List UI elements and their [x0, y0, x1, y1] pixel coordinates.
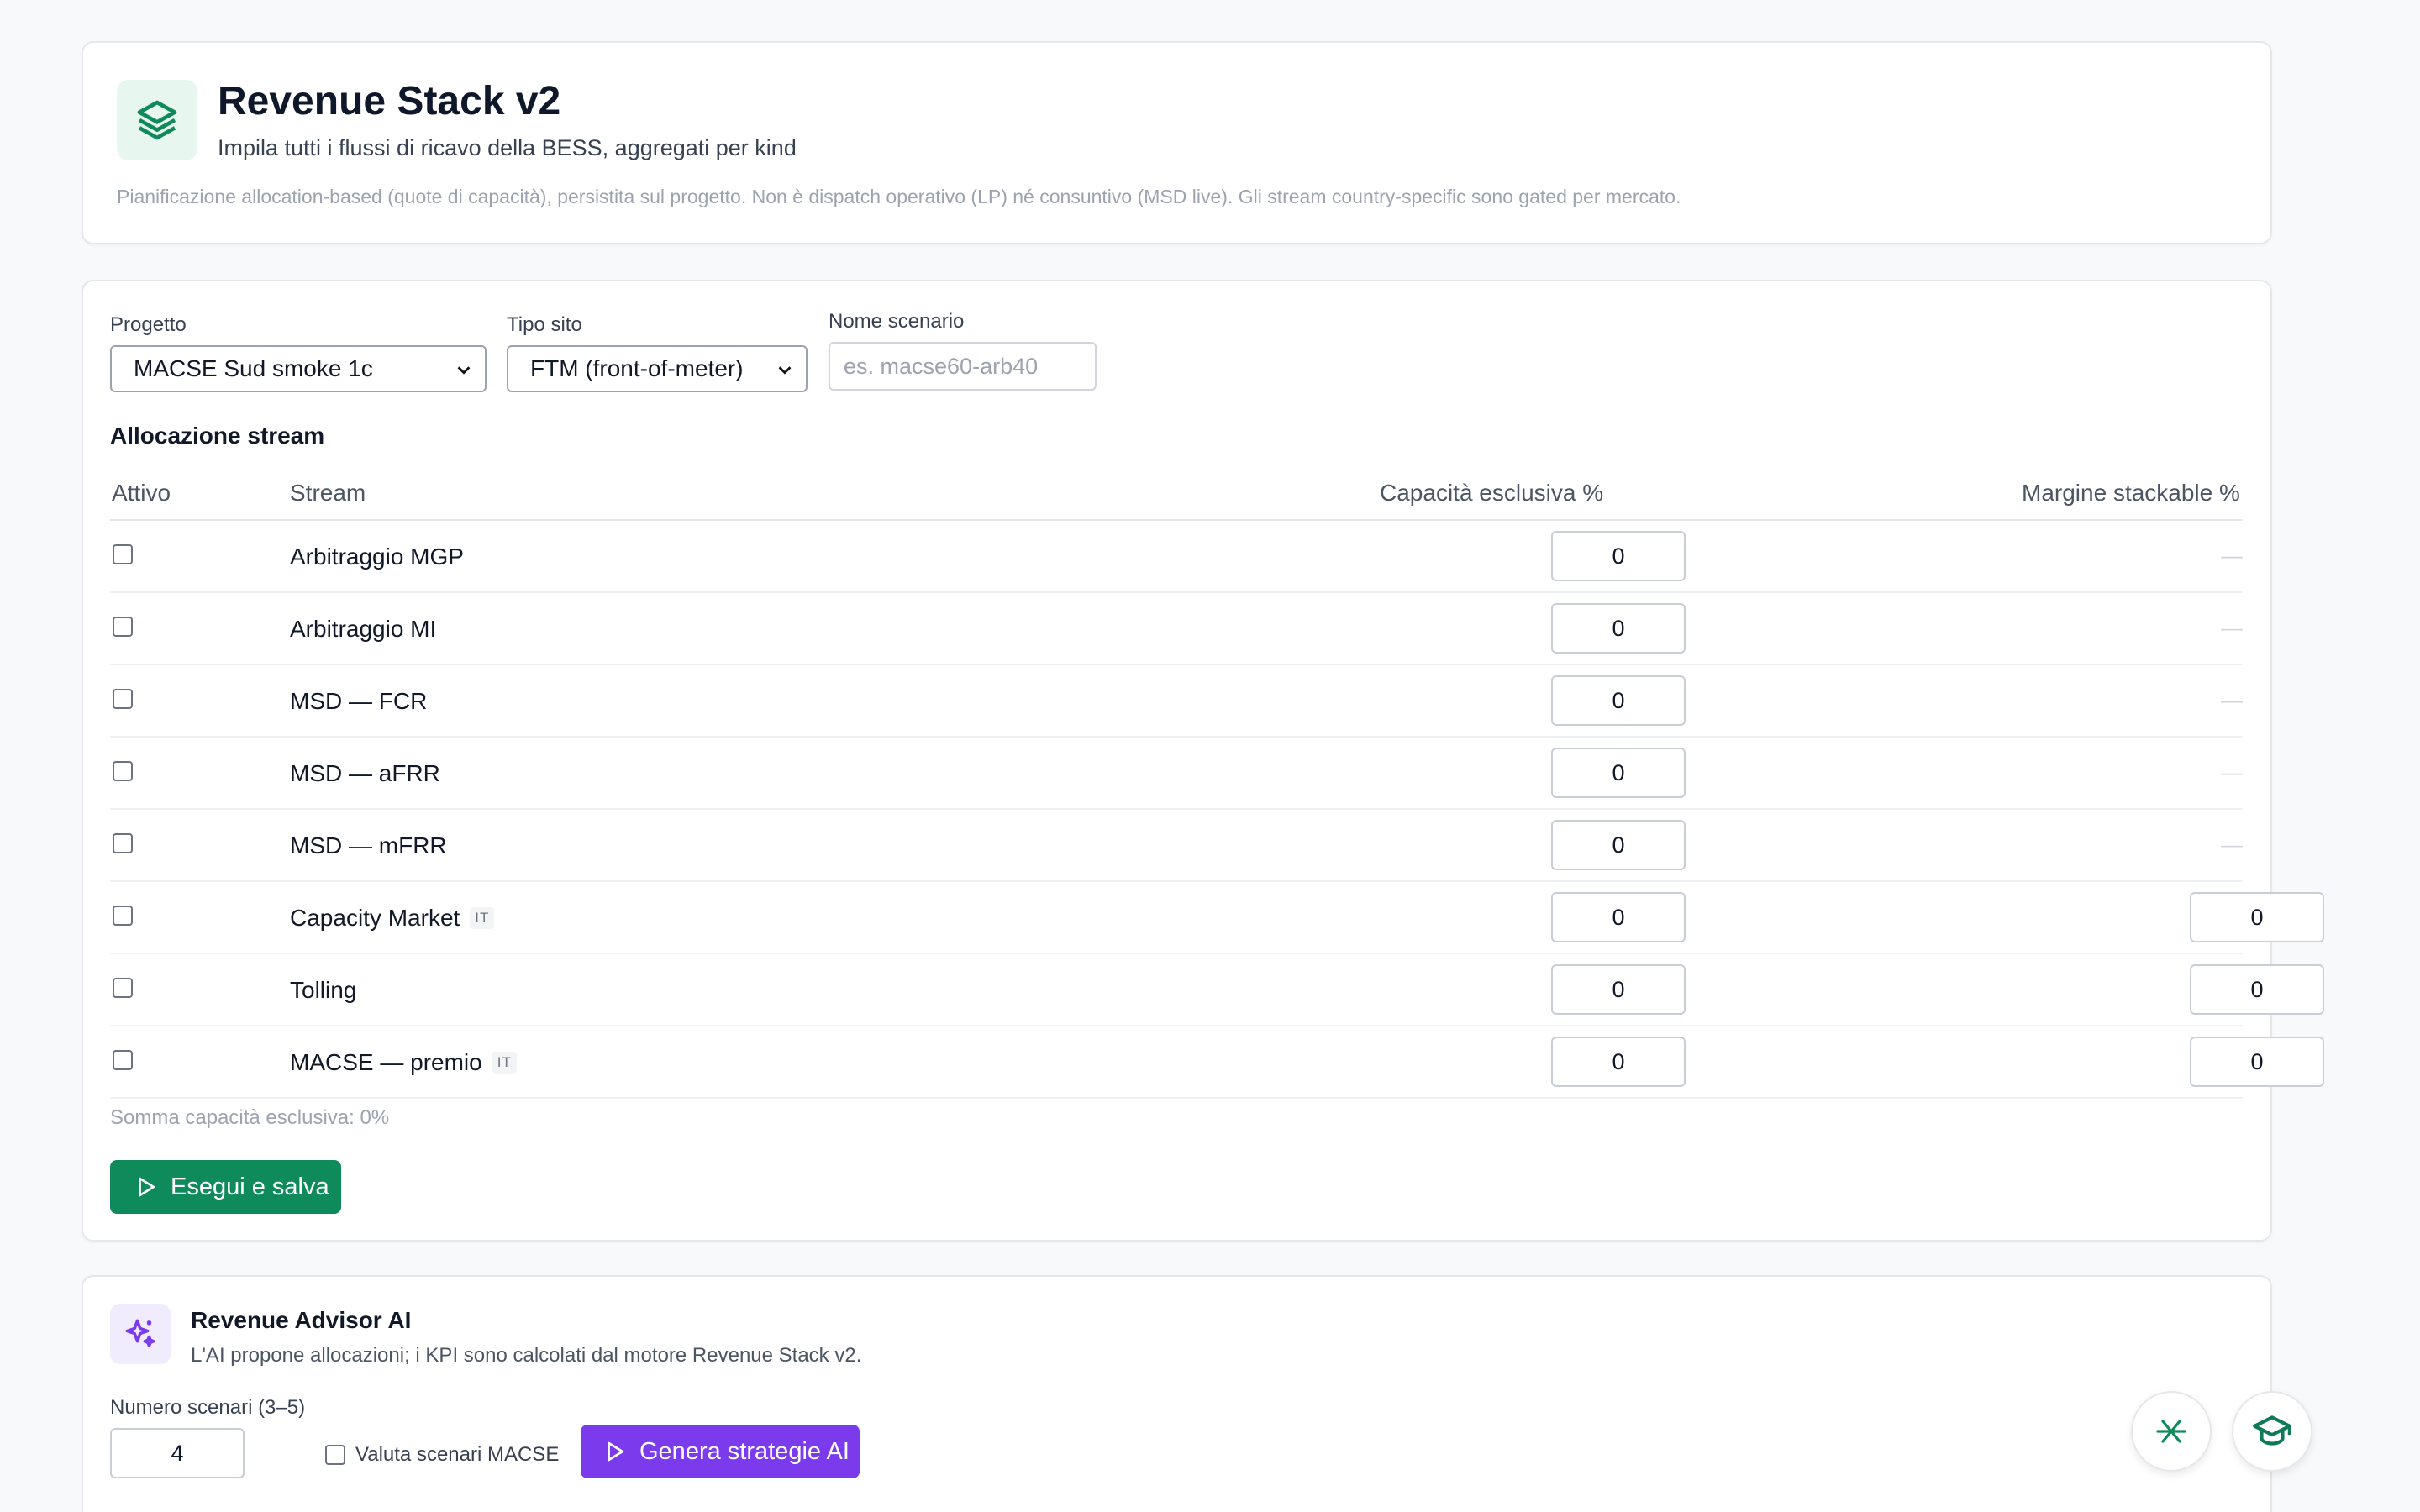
- stackable-margin-empty: —: [2221, 543, 2243, 568]
- stream-name: Arbitraggio MGP: [290, 543, 464, 570]
- table-row: Arbitraggio MGP 0 —: [110, 521, 2243, 593]
- table-row: MSD — mFRR 0 —: [110, 810, 2243, 882]
- exclusive-sum-note: Somma capacità esclusiva: 0%: [110, 1106, 390, 1129]
- layers-icon: [117, 80, 197, 160]
- stream-active-checkbox[interactable]: [113, 833, 133, 853]
- sparkles-icon: [110, 1304, 171, 1364]
- stream-active-checkbox[interactable]: [113, 689, 133, 709]
- stream-name: Arbitraggio MI: [290, 616, 436, 643]
- stream-name: MACSE — premio IT: [290, 1049, 517, 1076]
- exclusive-capacity-input[interactable]: 0: [1551, 964, 1686, 1015]
- table-row: Arbitraggio MI 0 —: [110, 593, 2243, 665]
- site-type-select-value: FTM (front-of-meter): [530, 355, 744, 381]
- play-icon: [608, 1441, 624, 1462]
- stream-name-text: MSD — aFRR: [290, 760, 440, 786]
- scenarios-count-input[interactable]: 4: [110, 1428, 245, 1478]
- exclusive-capacity-input[interactable]: 0: [1551, 603, 1686, 654]
- exclusive-capacity-input[interactable]: 0: [1551, 748, 1686, 798]
- exclusive-capacity-input[interactable]: 0: [1551, 820, 1686, 870]
- stream-name-text: Capacity Market: [290, 905, 460, 931]
- stream-name-text: Arbitraggio MGP: [290, 543, 464, 570]
- page-note: Pianificazione allocation-based (quote d…: [117, 186, 1681, 207]
- exclusive-capacity-input[interactable]: 0: [1551, 531, 1686, 581]
- stream-active-checkbox[interactable]: [113, 761, 133, 781]
- stream-name: MSD — aFRR: [290, 760, 440, 787]
- graduation-cap-icon: [2253, 1415, 2291, 1446]
- macse-scenarios-checkbox[interactable]: [325, 1445, 345, 1465]
- scenario-name-label: Nome scenario: [829, 310, 965, 333]
- scenario-name-input[interactable]: [829, 342, 1097, 391]
- generate-ai-strategies-label: Genera strategie AI: [639, 1437, 850, 1465]
- page-title: Revenue Stack v2: [218, 79, 561, 123]
- site-type-select[interactable]: FTM (front-of-meter): [507, 345, 808, 392]
- country-tag: IT: [492, 1052, 517, 1074]
- stream-active-checkbox[interactable]: [113, 617, 133, 637]
- generate-ai-strategies-button[interactable]: Genera strategie AI: [581, 1425, 860, 1478]
- stream-name: MSD — FCR: [290, 688, 427, 715]
- macse-scenarios-label: Valuta scenari MACSE: [355, 1443, 560, 1466]
- stream-name-text: Arbitraggio MI: [290, 616, 437, 642]
- table-row: MSD — aFRR 0 —: [110, 738, 2243, 810]
- stream-name-text: MSD — mFRR: [290, 832, 447, 858]
- advisor-title: Revenue Advisor AI: [191, 1307, 412, 1333]
- advisor-subtitle: L'AI propone allocazioni; i KPI sono cal…: [191, 1344, 862, 1367]
- stream-name-text: MACSE — premio: [290, 1049, 482, 1075]
- column-header-stream: Stream: [290, 480, 366, 506]
- stackable-margin-input[interactable]: 0: [2190, 964, 2324, 1015]
- table-row: Tolling 0 0: [110, 954, 2324, 1026]
- stream-name: Capacity Market IT: [290, 905, 495, 932]
- stream-active-checkbox[interactable]: [113, 906, 133, 926]
- table-row: Capacity Market IT 0 0: [110, 882, 2324, 954]
- project-select-value: MACSE Sud smoke 1c: [134, 355, 373, 381]
- macse-scenarios-toggle[interactable]: Valuta scenari MACSE: [325, 1443, 559, 1467]
- stream-active-checkbox[interactable]: [113, 1050, 133, 1070]
- chevron-down-icon: [457, 366, 471, 375]
- page-subtitle: Impila tutti i flussi di ricavo della BE…: [218, 135, 797, 160]
- learning-fab[interactable]: [2232, 1391, 2312, 1472]
- stackable-margin-input[interactable]: 0: [2190, 1037, 2324, 1087]
- run-and-save-label: Esegui e salva: [171, 1173, 329, 1200]
- country-tag: IT: [470, 907, 495, 929]
- table-row: MSD — FCR 0 —: [110, 665, 2243, 738]
- stream-active-checkbox[interactable]: [113, 978, 133, 998]
- stream-active-checkbox[interactable]: [113, 544, 133, 564]
- project-select[interactable]: MACSE Sud smoke 1c: [110, 345, 487, 392]
- project-label: Progetto: [110, 313, 187, 336]
- stream-name: Tolling: [290, 977, 356, 1004]
- exclusive-capacity-input[interactable]: 0: [1551, 1037, 1686, 1087]
- column-header-active: Attivo: [112, 480, 171, 506]
- assistant-fab[interactable]: [2131, 1391, 2212, 1472]
- header-card: Revenue Stack v2 Impila tutti i flussi d…: [82, 41, 2272, 244]
- stackable-margin-empty: —: [2221, 832, 2243, 857]
- column-header-exclusive: Capacità esclusiva %: [1380, 480, 1604, 506]
- table-row: MACSE — premio IT 0 0: [110, 1026, 2324, 1099]
- exclusive-capacity-input[interactable]: 0: [1551, 892, 1686, 942]
- chevron-down-icon: [778, 366, 792, 375]
- stackable-margin-empty: —: [2221, 759, 2243, 785]
- stackable-margin-input[interactable]: 0: [2190, 892, 2324, 942]
- stream-name-text: Tolling: [290, 977, 357, 1003]
- run-and-save-button[interactable]: Esegui e salva: [110, 1160, 341, 1214]
- advisor-card: Revenue Advisor AI L'AI propone allocazi…: [82, 1275, 2272, 1512]
- site-type-label: Tipo sito: [507, 313, 582, 336]
- allocation-section-title: Allocazione stream: [110, 423, 325, 449]
- play-icon: [139, 1177, 155, 1197]
- spark-icon: [2156, 1420, 2186, 1443]
- stackable-margin-empty: —: [2221, 615, 2243, 640]
- stream-name: MSD — mFRR: [290, 832, 447, 859]
- scenarios-count-label: Numero scenari (3–5): [110, 1396, 306, 1419]
- exclusive-capacity-input[interactable]: 0: [1551, 675, 1686, 726]
- allocation-card: Progetto MACSE Sud smoke 1c Tipo sito FT…: [82, 280, 2324, 1242]
- column-header-stackable: Margine stackable %: [2022, 480, 2240, 506]
- stream-name-text: MSD — FCR: [290, 688, 428, 714]
- stackable-margin-empty: —: [2221, 687, 2243, 712]
